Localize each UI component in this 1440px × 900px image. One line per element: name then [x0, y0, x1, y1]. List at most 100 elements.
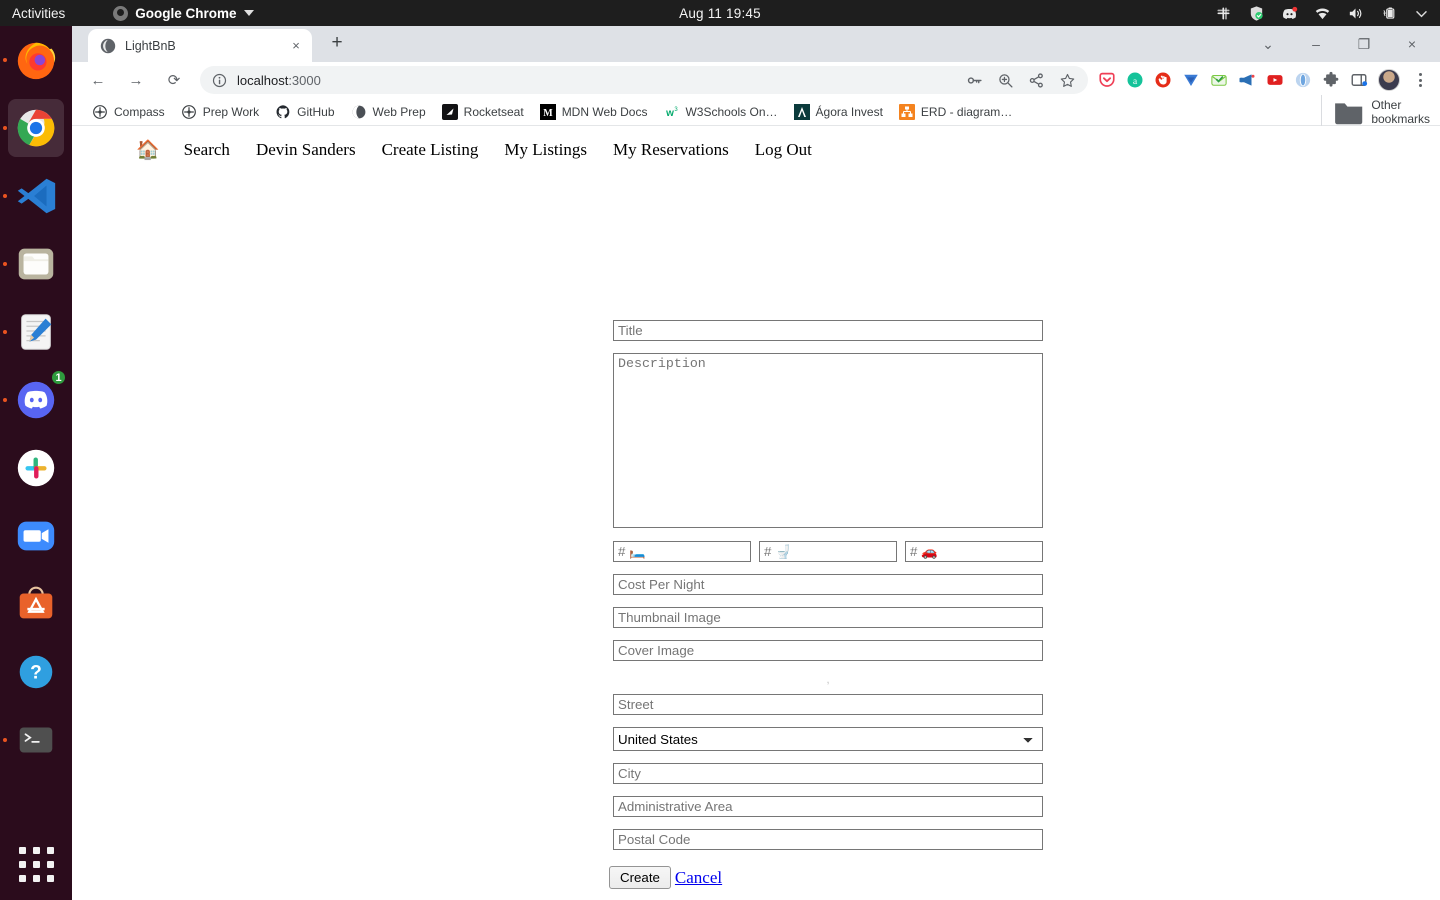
- search-tabs-button[interactable]: ⌄: [1246, 28, 1290, 60]
- erd-icon: [898, 103, 915, 120]
- bookmark-label: ERD - diagram…: [920, 104, 1013, 119]
- slack-icon[interactable]: [1215, 5, 1232, 22]
- new-tab-button[interactable]: +: [324, 30, 350, 56]
- bookmark-w3schools[interactable]: w 3 W3Schools On…: [655, 101, 785, 123]
- bookmark-github[interactable]: GitHub: [267, 101, 342, 123]
- dock-item-text-editor[interactable]: [0, 298, 72, 366]
- chrome-menu-icon[interactable]: [1410, 73, 1430, 87]
- dock-item-files[interactable]: [0, 230, 72, 298]
- dock-item-zoom[interactable]: [0, 502, 72, 570]
- browser-toolbar: ← → ⟳ localhost:3000 a: [72, 62, 1440, 98]
- github-icon: [276, 104, 290, 118]
- other-bookmarks[interactable]: Other bookmarks: [1320, 94, 1430, 129]
- dock-item-discord[interactable]: 1: [0, 366, 72, 434]
- bedrooms-input[interactable]: [613, 541, 751, 562]
- mailtrack-icon[interactable]: [1210, 71, 1228, 89]
- pocket-icon[interactable]: [1098, 71, 1116, 89]
- running-indicator: [3, 330, 7, 334]
- bookmark-compass[interactable]: Compass: [84, 101, 173, 123]
- cost-per-night-input[interactable]: [613, 574, 1043, 595]
- postal-code-input[interactable]: [613, 829, 1043, 850]
- running-indicator: [3, 58, 7, 62]
- url-text: localhost:3000: [237, 73, 321, 88]
- shield-check-icon[interactable]: [1248, 5, 1265, 22]
- show-applications-button[interactable]: [0, 847, 72, 882]
- home-icon[interactable]: 🏠: [136, 141, 160, 160]
- dock-item-slack[interactable]: [0, 434, 72, 502]
- megaphone-icon[interactable]: [1238, 71, 1256, 89]
- cover-image-input[interactable]: [613, 640, 1043, 661]
- address-bar[interactable]: localhost:3000: [200, 66, 1088, 94]
- bookmark-prep-work[interactable]: Prep Work: [173, 101, 267, 123]
- bookmark-erd-diagram[interactable]: ERD - diagram…: [891, 101, 1020, 123]
- bookmark-star-icon[interactable]: [1059, 72, 1076, 89]
- street-input[interactable]: [613, 694, 1043, 715]
- bookmark-rocketseat[interactable]: Rocketseat: [434, 101, 532, 123]
- maximize-button[interactable]: ❐: [1342, 28, 1386, 60]
- description-textarea[interactable]: [613, 353, 1043, 528]
- dock-item-visual-studio-code[interactable]: [0, 162, 72, 230]
- cancel-link[interactable]: Cancel: [675, 868, 722, 888]
- volume-icon[interactable]: [1347, 5, 1364, 22]
- tab-lightbnb[interactable]: LightBnB ×: [88, 29, 312, 62]
- title-input[interactable]: [613, 320, 1043, 341]
- discord-icon[interactable]: [1281, 5, 1298, 22]
- nav-link-my-reservations[interactable]: My Reservations: [613, 140, 729, 160]
- info-circle-icon[interactable]: [212, 73, 227, 88]
- discord-badge: 1: [50, 369, 67, 386]
- app-grid-icon: [18, 847, 54, 882]
- nav-link-my-listings[interactable]: My Listings: [504, 140, 587, 160]
- grammarly-a-icon[interactable]: a: [1126, 71, 1144, 89]
- nav-link-search[interactable]: Search: [184, 140, 230, 160]
- password-key-icon[interactable]: [966, 72, 983, 89]
- svg-text:w: w: [666, 108, 675, 119]
- city-input[interactable]: [613, 763, 1043, 784]
- svg-text:M: M: [543, 108, 553, 119]
- avatar[interactable]: [1378, 69, 1400, 91]
- firefox-icon: [17, 42, 56, 80]
- chrome-window: LightBnB × + ⌄ – ❐ × ← → ⟳ localhost:300…: [72, 26, 1440, 900]
- site-navigation: 🏠 Search Devin Sanders Create Listing My…: [72, 126, 1440, 160]
- youtube-icon[interactable]: [1266, 71, 1284, 89]
- bathrooms-input[interactable]: [759, 541, 897, 562]
- bluejeans-icon[interactable]: [1182, 71, 1200, 89]
- bookmark-agora-invest[interactable]: Ágora Invest: [786, 101, 891, 123]
- running-indicator: [3, 262, 7, 266]
- side-panel-icon[interactable]: [1350, 71, 1368, 89]
- help-icon: ?: [19, 655, 53, 689]
- parking-input[interactable]: [905, 541, 1043, 562]
- close-icon[interactable]: ×: [288, 38, 304, 54]
- nav-link-log-out[interactable]: Log Out: [755, 140, 812, 160]
- dock-item-google-chrome[interactable]: [0, 94, 72, 162]
- battery-charging-icon[interactable]: [1380, 5, 1397, 22]
- dock-item-ubuntu-software[interactable]: [0, 570, 72, 638]
- dock-item-firefox[interactable]: [0, 26, 72, 94]
- bookmarks-bar: Compass Prep Work GitHub Web Prep Rocket…: [72, 94, 1440, 129]
- terminal-icon: [19, 727, 53, 753]
- minimize-button[interactable]: –: [1294, 28, 1338, 60]
- dock-item-terminal[interactable]: [0, 706, 72, 774]
- back-button[interactable]: ←: [84, 66, 112, 94]
- forward-button[interactable]: →: [122, 66, 150, 94]
- share-icon[interactable]: [1028, 72, 1045, 89]
- wifi-icon[interactable]: [1314, 5, 1331, 22]
- zoom-in-icon[interactable]: [997, 72, 1014, 89]
- country-select[interactable]: United States: [613, 727, 1043, 751]
- adblock-icon[interactable]: [1154, 71, 1172, 89]
- reload-button[interactable]: ⟳: [160, 66, 188, 94]
- bookmark-web-prep[interactable]: Web Prep: [343, 101, 434, 123]
- dock-item-help[interactable]: ?: [0, 638, 72, 706]
- nav-link-create-listing[interactable]: Create Listing: [382, 140, 479, 160]
- puzzle-extensions-icon[interactable]: [1322, 71, 1340, 89]
- tab-title: LightBnB: [125, 38, 176, 53]
- system-menu-caret-icon[interactable]: [1413, 5, 1430, 22]
- nav-link-user-name[interactable]: Devin Sanders: [256, 140, 356, 160]
- close-window-button[interactable]: ×: [1390, 28, 1434, 60]
- svg-text:?: ?: [30, 663, 42, 684]
- create-button[interactable]: Create: [609, 866, 671, 889]
- extension-toolbar: a: [1098, 69, 1432, 91]
- opera-icon[interactable]: [1294, 71, 1312, 89]
- administrative-area-input[interactable]: [613, 796, 1043, 817]
- bookmark-mdn-web-docs[interactable]: M MDN Web Docs: [532, 101, 656, 123]
- thumbnail-image-input[interactable]: [613, 607, 1043, 628]
